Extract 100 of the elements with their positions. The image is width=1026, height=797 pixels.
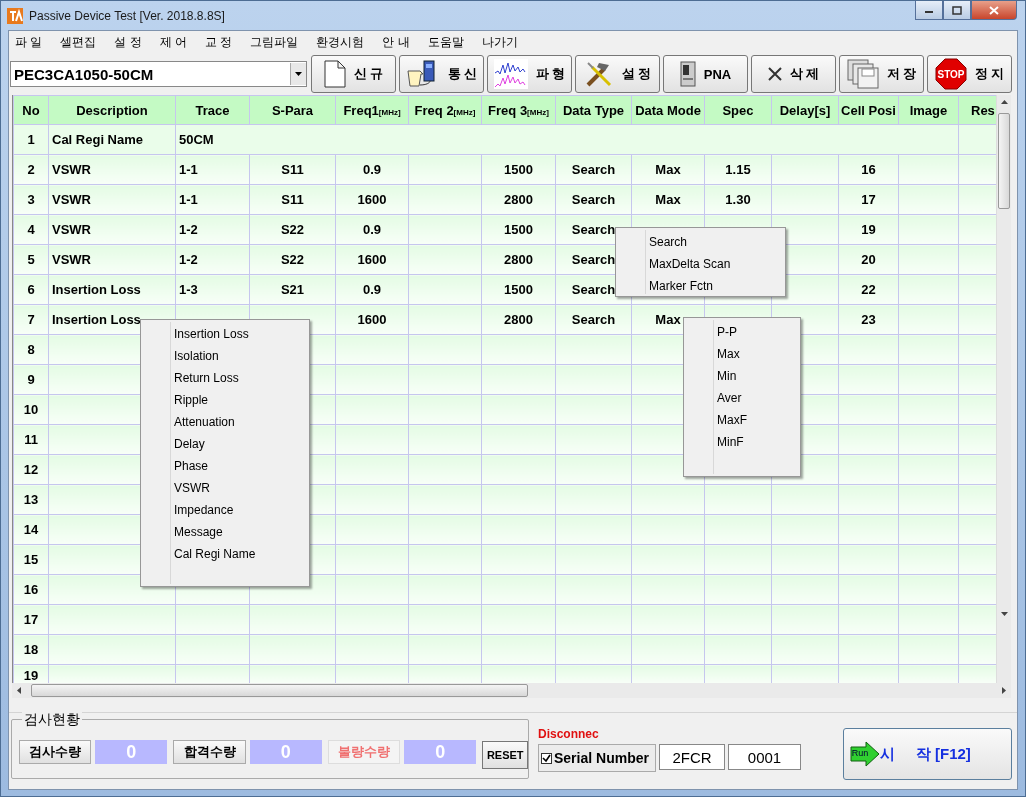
table-cell: VSWR <box>48 184 176 215</box>
menu-item[interactable]: 설 정 <box>114 33 142 51</box>
reset-button[interactable]: RESET <box>482 741 528 769</box>
table-cell: 16 <box>13 574 49 605</box>
document-icon <box>323 60 346 88</box>
toolbar-button[interactable]: 삭 제 <box>751 55 836 93</box>
table-cell: 1600 <box>335 304 409 335</box>
menu-item[interactable]: 셀편집 <box>60 33 97 51</box>
menu-item[interactable]: Marker Fctn <box>649 275 785 297</box>
counter-value: 0 <box>404 740 477 764</box>
toolbar-button[interactable]: PNA <box>663 55 748 93</box>
menu-item[interactable]: P-P <box>717 321 800 343</box>
checkbox[interactable] <box>541 752 552 764</box>
counter-value: 0 <box>249 740 322 764</box>
counter-label: 불량수량 <box>327 740 401 764</box>
table-cell: 1-2 <box>175 214 250 245</box>
toolbar-button[interactable]: 설 정 <box>575 55 660 93</box>
table-cell: 8 <box>13 334 49 365</box>
table-cell: 22 <box>838 274 899 305</box>
table-cell: 17 <box>13 604 49 635</box>
device-icon <box>679 61 696 87</box>
table-cell: 5 <box>13 244 49 275</box>
table-cell: VSWR <box>48 154 176 185</box>
maximize-button[interactable] <box>943 1 971 20</box>
menu-item[interactable]: 도움말 <box>427 33 464 51</box>
toolbar-button[interactable]: STOP 정 지 <box>927 55 1012 93</box>
scrollbar-thumb[interactable] <box>31 684 528 697</box>
stop-sign-icon: STOP <box>934 58 967 90</box>
serial-prefix-field[interactable]: 2FCR <box>659 744 725 770</box>
menu-item[interactable]: Insertion Loss <box>174 323 309 345</box>
toolbar-button[interactable]: 저 장 <box>839 55 924 93</box>
menu-item[interactable]: Cal Regi Name <box>174 543 309 565</box>
table-cell: Max <box>631 154 705 185</box>
column-header: Freq1[MHz] <box>335 95 409 125</box>
toolbar-button[interactable]: 파 형 <box>487 55 572 93</box>
horizontal-scrollbar[interactable] <box>12 683 1011 698</box>
menu-item[interactable]: Ripple <box>174 389 309 411</box>
menu-item[interactable]: 나가기 <box>481 33 518 51</box>
serial-number-field[interactable]: 0001 <box>728 744 801 770</box>
counter-value: 0 <box>95 740 168 764</box>
column-header: Res <box>958 95 996 125</box>
menu-item[interactable]: 교 정 <box>205 33 233 51</box>
menu-item[interactable]: 제 어 <box>159 33 188 51</box>
table-cell: 1500 <box>481 214 556 245</box>
minimize-button[interactable] <box>915 1 943 20</box>
menu-item[interactable]: Max <box>717 343 800 365</box>
table-cell: Search <box>555 304 632 335</box>
menu-item[interactable]: 파 일 <box>15 33 43 51</box>
menu-item[interactable]: MinF <box>717 431 800 453</box>
toolbar-button[interactable]: 통 신 <box>399 55 484 93</box>
menu-item[interactable]: Return Loss <box>174 367 309 389</box>
table-cell: 14 <box>13 514 49 545</box>
table-cell: 12 <box>13 454 49 485</box>
menu-item[interactable]: Min <box>717 365 800 387</box>
toolbar-button[interactable]: 신 규 <box>311 55 396 93</box>
menu-item[interactable]: Delay <box>174 433 309 455</box>
table-cell: 7 <box>13 304 49 335</box>
column-header: Trace <box>175 95 250 125</box>
menu-item[interactable]: Message <box>174 521 309 543</box>
menu-item[interactable]: 환경시험 <box>316 33 365 51</box>
table-cell: S11 <box>249 184 336 215</box>
vertical-scrollbar[interactable] <box>996 95 1011 683</box>
menu-item[interactable]: Impedance <box>174 499 309 521</box>
app-icon <box>7 7 23 24</box>
menu-item[interactable]: MaxDelta Scan <box>649 253 785 275</box>
group-title: 검사현황 <box>22 711 82 729</box>
menu-item[interactable]: 안 내 <box>382 33 410 51</box>
model-dropdown[interactable]: PEC3CA1050-50CM <box>10 61 307 87</box>
menu-item[interactable]: Isolation <box>174 345 309 367</box>
table-cell: 17 <box>838 184 899 215</box>
connection-status: Disconnec <box>538 727 599 741</box>
waveform-icon <box>493 59 528 89</box>
menu-item[interactable]: Aver <box>717 387 800 409</box>
menu-item[interactable]: MaxF <box>717 409 800 431</box>
menu-item[interactable]: 그림파일 <box>250 33 299 51</box>
table-cell: 11 <box>13 424 49 455</box>
table-cell: 15 <box>13 544 49 575</box>
column-header: Data Type <box>555 95 632 125</box>
column-header: Description <box>48 95 176 125</box>
start-button[interactable]: Run 시 작 [F12] <box>843 728 1012 780</box>
menu-item[interactable]: Search <box>649 231 785 253</box>
table-cell: S11 <box>249 154 336 185</box>
column-header: Spec <box>704 95 772 125</box>
table-cell: S21 <box>249 274 336 305</box>
menu-item[interactable]: Phase <box>174 455 309 477</box>
run-arrow-icon: Run <box>850 741 880 767</box>
menu-item[interactable]: Attenuation <box>174 411 309 433</box>
table-cell: VSWR <box>48 214 176 245</box>
column-header: Freq 3[MHz] <box>481 95 556 125</box>
serial-number-checkbox[interactable]: Serial Number <box>538 744 656 772</box>
table-cell: 4 <box>13 214 49 245</box>
close-button[interactable] <box>971 1 1017 20</box>
table-cell: 2800 <box>481 244 556 275</box>
table-cell: 2800 <box>481 184 556 215</box>
menu-item[interactable]: VSWR <box>174 477 309 499</box>
table-cell: 1600 <box>335 184 409 215</box>
counter-label: 합격수량 <box>173 740 246 764</box>
scrollbar-thumb[interactable] <box>998 113 1010 209</box>
column-header: S-Para <box>249 95 336 125</box>
table-cell: 0.9 <box>335 154 409 185</box>
